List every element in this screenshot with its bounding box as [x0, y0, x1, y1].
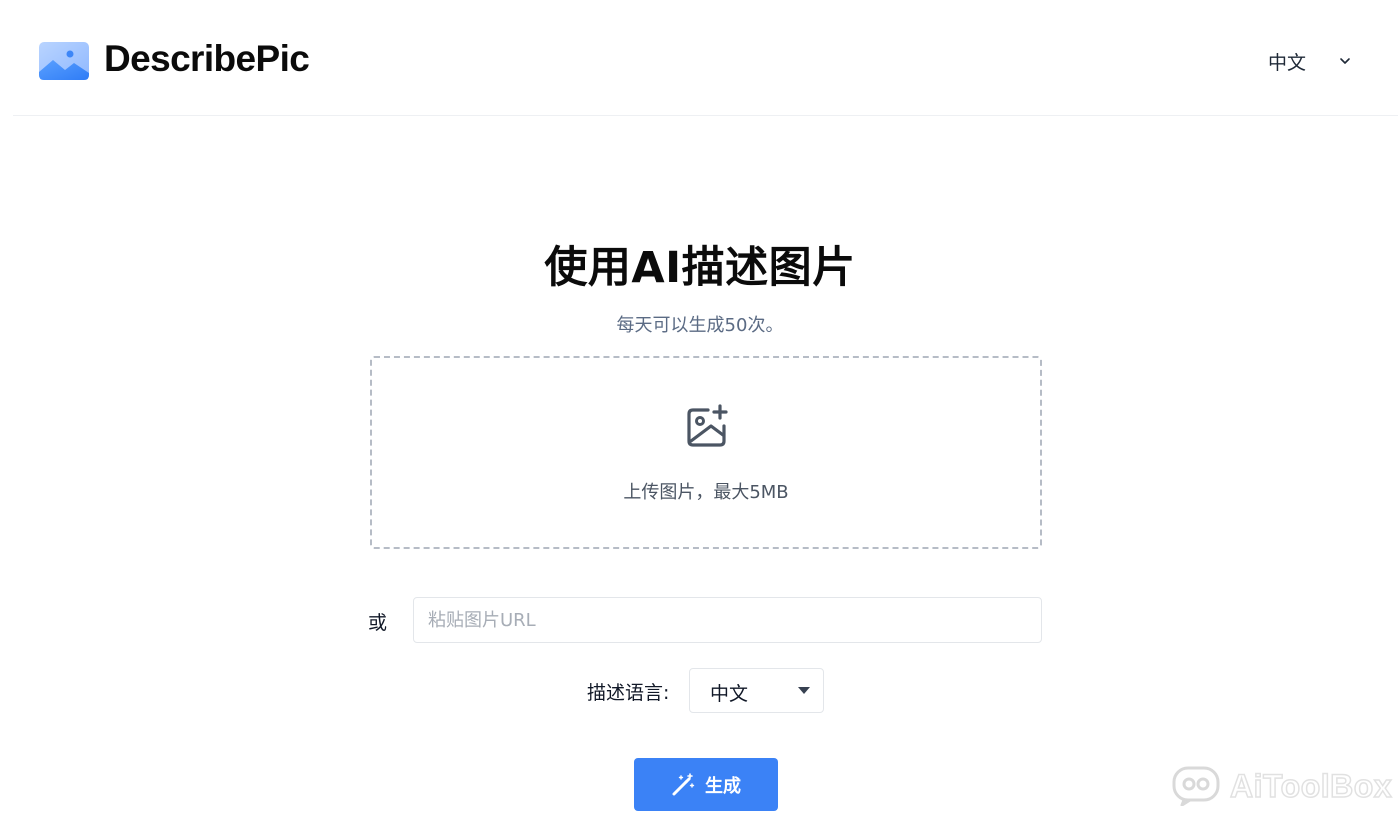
- language-switcher-label: 中文: [1268, 51, 1307, 74]
- watermark-logo-icon: [1172, 766, 1220, 806]
- site-header: DescribePic 中文: [13, 0, 1398, 116]
- chevron-down-icon: [1340, 58, 1350, 64]
- image-url-input[interactable]: [413, 597, 1042, 643]
- language-switcher[interactable]: 中文: [1268, 46, 1363, 76]
- brand-name[interactable]: DescribePic: [104, 38, 310, 80]
- image-upload-dropzone[interactable]: 上传图片，最大5MB: [370, 356, 1042, 549]
- or-label: 或: [368, 612, 388, 634]
- upload-instruction: 上传图片，最大5MB: [623, 482, 789, 503]
- description-language-select[interactable]: 中文: [689, 668, 824, 713]
- page-title: 使用AI描述图片: [544, 243, 856, 293]
- watermark: AiToolBox: [1172, 766, 1392, 806]
- image-plus-icon: [687, 404, 728, 447]
- magic-wand-icon: [672, 772, 695, 795]
- generate-button[interactable]: 生成: [634, 758, 778, 811]
- description-language-value: 中文: [710, 683, 749, 705]
- generate-button-label: 生成: [705, 775, 741, 796]
- description-language-label: 描述语言:: [587, 682, 670, 704]
- landscape-image-icon: [39, 42, 89, 80]
- brand-logo[interactable]: [39, 42, 89, 80]
- watermark-text: AiToolBox: [1229, 767, 1393, 805]
- caret-down-icon: [798, 687, 810, 694]
- usage-limit-subtitle: 每天可以生成50次。: [616, 315, 784, 336]
